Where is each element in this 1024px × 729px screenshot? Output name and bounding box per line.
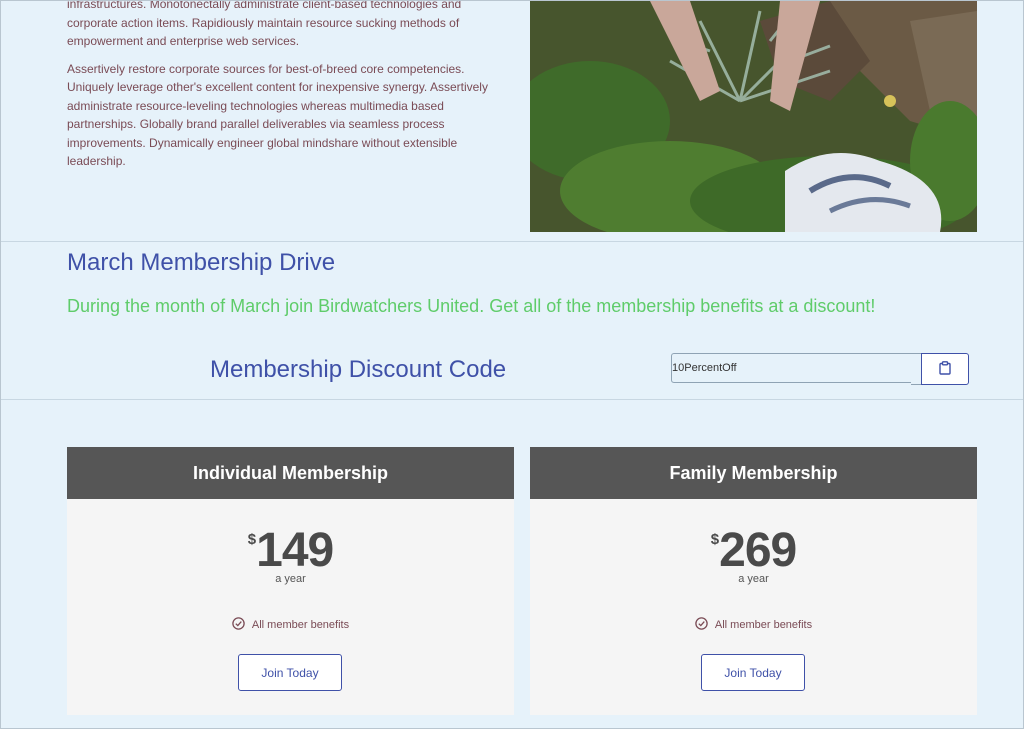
benefit-item: All member benefits — [67, 617, 514, 633]
check-circle-icon — [232, 617, 245, 633]
plan-price: $149 — [67, 527, 514, 575]
price-period: a year — [275, 573, 306, 585]
join-today-button[interactable]: Join Today — [701, 654, 805, 691]
drive-subtitle: During the month of March join Birdwatch… — [67, 296, 876, 316]
intro-section: infrastructures. Monotonectally administ… — [1, 1, 1023, 242]
copy-code-button[interactable] — [921, 353, 969, 385]
currency-symbol: $ — [710, 531, 720, 548]
plan-price: $269 — [530, 527, 977, 575]
discount-code-input-spacer — [911, 353, 921, 385]
pricing-card-family: Family Membership $269 a year All member… — [530, 447, 977, 715]
intro-paragraph: Assertively restore corporate sources fo… — [67, 61, 488, 169]
plan-name: Individual Membership — [67, 447, 514, 499]
membership-drive-section: March Membership Drive During the month … — [1, 242, 1023, 400]
plan-name: Family Membership — [530, 447, 977, 499]
price-period: a year — [738, 573, 769, 585]
intro-text: infrastructures. Monotonectally administ… — [67, 0, 507, 180]
pricing-card-individual: Individual Membership $149 a year All me… — [67, 447, 514, 715]
join-today-button[interactable]: Join Today — [238, 654, 342, 691]
benefit-item: All member benefits — [530, 617, 977, 633]
price-amount: 269 — [719, 524, 797, 577]
price-amount: 149 — [256, 524, 334, 577]
currency-symbol: $ — [247, 531, 257, 548]
clipboard-icon — [939, 360, 951, 378]
drive-title: March Membership Drive — [67, 249, 336, 276]
check-circle-icon — [695, 617, 708, 633]
page-frame: infrastructures. Monotonectally administ… — [0, 0, 1024, 729]
benefit-label: All member benefits — [714, 619, 813, 631]
intro-paragraph: infrastructures. Monotonectally administ… — [67, 0, 462, 48]
benefit-label: All member benefits — [251, 619, 350, 631]
discount-code-input[interactable] — [671, 353, 911, 383]
garden-photo — [530, 1, 977, 232]
discount-code-label: Membership Discount Code — [210, 356, 507, 383]
